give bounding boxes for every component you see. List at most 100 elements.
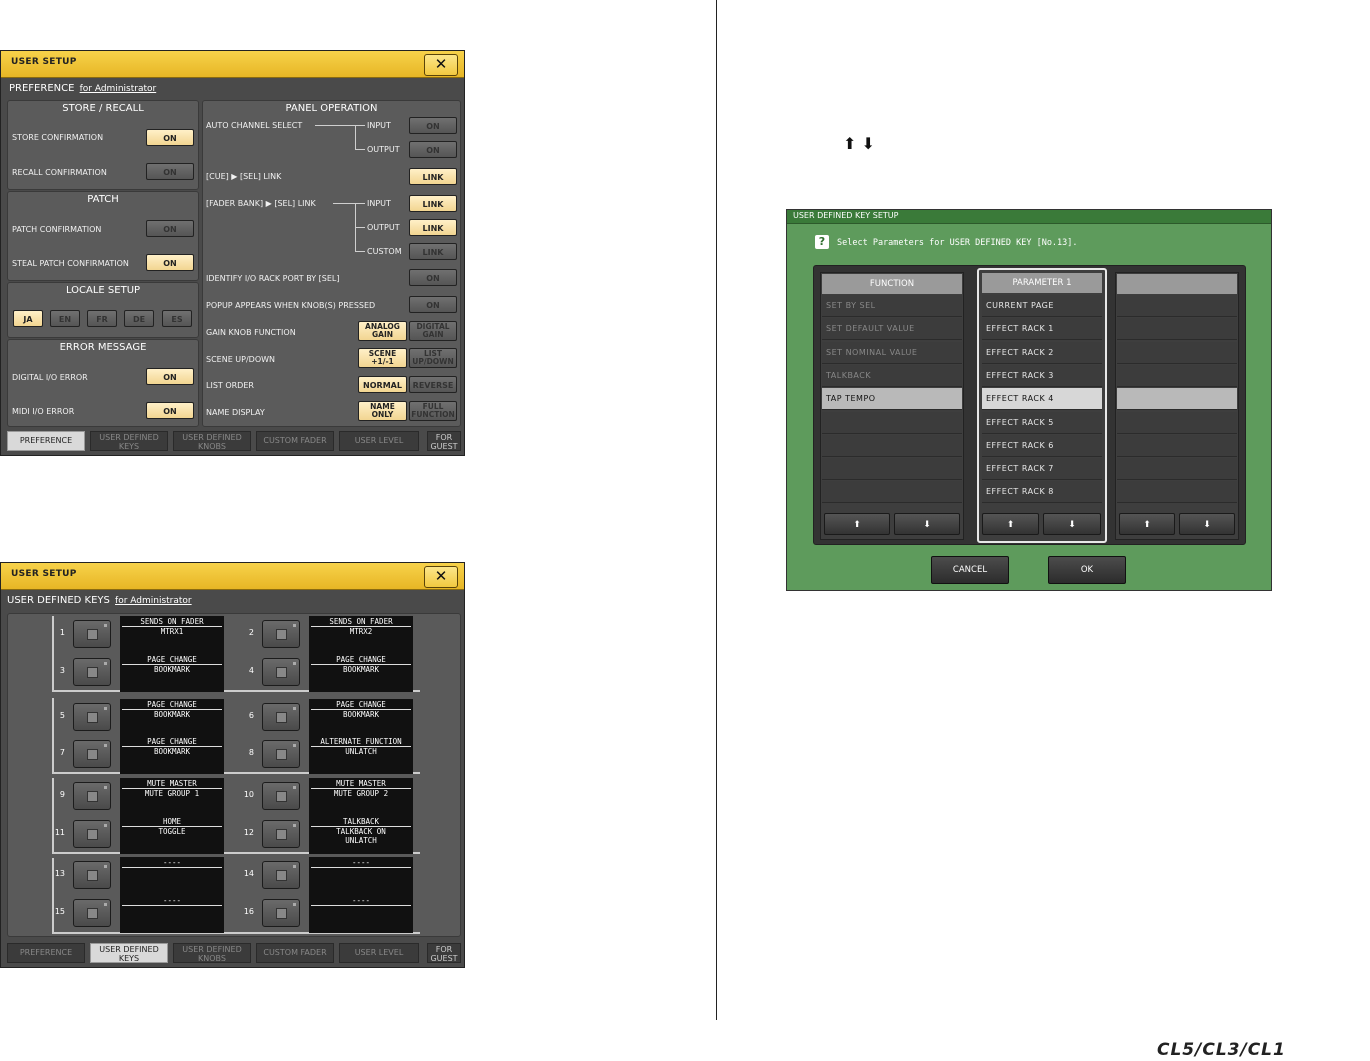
extra-list-item[interactable] [1117,341,1237,364]
parameter-up-button[interactable]: ⬆ [982,513,1039,535]
key-assignment-label[interactable]: ---- [309,895,413,933]
digital-gain-button[interactable]: DIGITAL GAIN [409,321,457,341]
user-key-button[interactable] [262,658,300,686]
list-updown-button[interactable]: LIST UP/DOWN [409,348,457,368]
user-key-button[interactable] [73,899,111,927]
extra-list-item[interactable] [1117,481,1237,504]
tab-user-defined-knobs[interactable]: USER DEFINED KNOBS [173,431,251,451]
key-assignment-label[interactable]: ---- [309,857,413,895]
user-key-button[interactable] [73,861,111,889]
user-key-button[interactable] [73,658,111,686]
tab-user-defined-knobs[interactable]: USER DEFINED KNOBS [173,943,251,963]
key-assignment-label[interactable]: PAGE CHANGE BOOKMARK [309,654,413,692]
tab-user-defined-keys[interactable]: USER DEFINED KEYS [90,431,168,451]
function-list-item[interactable] [822,458,962,481]
extra-list-item[interactable] [1117,364,1237,387]
parameter-list-item[interactable]: CURRENT PAGE [982,295,1102,317]
locale-en-button[interactable]: EN [50,310,80,327]
parameter-list-item[interactable]: EFFECT RACK 8 [982,481,1102,504]
recall-confirmation-button[interactable]: ON [146,163,194,180]
key-assignment-label[interactable]: ---- [120,857,224,895]
user-key-button[interactable] [262,820,300,848]
extra-list-item[interactable] [1117,295,1237,317]
normal-order-button[interactable]: NORMAL [358,376,407,393]
parameter-list-item[interactable]: EFFECT RACK 7 [982,458,1102,481]
popup-knob-button[interactable]: ON [409,296,457,313]
key-assignment-label[interactable]: PAGE CHANGE BOOKMARK [120,736,224,774]
key-assignment-label[interactable]: PAGE CHANGE BOOKMARK [120,699,224,737]
function-list-item[interactable]: TAP TEMPO [822,388,962,411]
function-list-item[interactable]: SET DEFAULT VALUE [822,318,962,341]
extra-list-item[interactable] [1117,434,1237,457]
user-key-button[interactable] [262,703,300,731]
auto-channel-output-button[interactable]: ON [409,141,457,158]
store-confirmation-button[interactable]: ON [146,129,194,146]
scene-plus-minus-button[interactable]: SCENE +1/-1 [358,348,407,368]
tab-custom-fader[interactable]: CUSTOM FADER [256,431,334,451]
key-assignment-label[interactable]: PAGE CHANGE BOOKMARK [120,654,224,692]
locale-es-button[interactable]: ES [162,310,192,327]
key-assignment-label[interactable]: MUTE MASTER MUTE GROUP 1 [120,778,224,816]
midi-io-error-button[interactable]: ON [146,402,194,419]
user-key-button[interactable] [73,620,111,648]
close-button[interactable]: ✕ [424,566,458,588]
tab-user-level[interactable]: USER LEVEL [339,943,419,963]
user-key-button[interactable] [73,782,111,810]
key-assignment-label[interactable]: HOME TOGGLE [120,816,224,854]
identify-io-rack-button[interactable]: ON [409,269,457,286]
tab-user-level[interactable]: USER LEVEL [339,431,419,451]
key-assignment-label[interactable]: SENDS ON FADER MTRX2 [309,616,413,654]
tab-for-guest[interactable]: FOR GUEST [427,431,461,451]
function-list-item[interactable] [822,411,962,434]
cue-sel-link-button[interactable]: LINK [409,168,457,185]
fader-output-link-button[interactable]: LINK [409,219,457,236]
extra-list-item[interactable] [1117,411,1237,434]
parameter-down-button[interactable]: ⬇ [1043,513,1101,535]
key-assignment-label[interactable]: SENDS ON FADER MTRX1 [120,616,224,654]
patch-confirmation-button[interactable]: ON [146,220,194,237]
tab-for-guest[interactable]: FOR GUEST [427,943,461,963]
for-administrator-link[interactable]: for Administrator [80,84,157,94]
function-list-item[interactable] [822,481,962,504]
locale-fr-button[interactable]: FR [87,310,117,327]
extra-list-item[interactable] [1117,458,1237,481]
auto-channel-input-button[interactable]: ON [409,117,457,134]
extra-up-button[interactable]: ⬆ [1119,513,1175,535]
analog-gain-button[interactable]: ANALOG GAIN [358,321,407,341]
locale-ja-button[interactable]: JA [13,310,43,327]
key-assignment-label[interactable]: PAGE CHANGE BOOKMARK [309,699,413,737]
extra-list-item[interactable] [1117,318,1237,341]
fader-input-link-button[interactable]: LINK [409,195,457,212]
tab-user-defined-keys[interactable]: USER DEFINED KEYS [90,943,168,963]
ok-button[interactable]: OK [1048,556,1126,584]
user-key-button[interactable] [262,782,300,810]
user-key-button[interactable] [262,861,300,889]
user-key-button[interactable] [73,820,111,848]
digital-io-error-button[interactable]: ON [146,368,194,385]
user-key-button[interactable] [262,620,300,648]
key-assignment-label[interactable]: MUTE MASTER MUTE GROUP 2 [309,778,413,816]
user-key-button[interactable] [73,703,111,731]
parameter-list-item[interactable]: EFFECT RACK 6 [982,434,1102,457]
parameter-list-item[interactable]: EFFECT RACK 4 [982,388,1102,411]
parameter-list-item[interactable]: EFFECT RACK 3 [982,364,1102,387]
function-down-button[interactable]: ⬇ [894,513,960,535]
reverse-order-button[interactable]: REVERSE [409,376,457,393]
function-up-button[interactable]: ⬆ [824,513,890,535]
extra-down-button[interactable]: ⬇ [1179,513,1235,535]
parameter-list-item[interactable]: EFFECT RACK 1 [982,318,1102,341]
cancel-button[interactable]: CANCEL [931,556,1009,584]
function-list-item[interactable]: TALKBACK [822,364,962,387]
for-administrator-link[interactable]: for Administrator [115,596,192,606]
parameter-list-item[interactable]: EFFECT RACK 5 [982,411,1102,434]
function-list-item[interactable]: SET NOMINAL VALUE [822,341,962,364]
key-assignment-label[interactable]: TALKBACK TALKBACK ON UNLATCH [309,816,413,854]
close-button[interactable]: ✕ [424,54,458,76]
user-key-button[interactable] [262,899,300,927]
extra-list-item[interactable] [1117,388,1237,411]
name-only-button[interactable]: NAME ONLY [358,401,407,421]
user-key-button[interactable] [262,740,300,768]
user-key-button[interactable] [73,740,111,768]
function-list-item[interactable] [822,434,962,457]
locale-de-button[interactable]: DE [124,310,154,327]
